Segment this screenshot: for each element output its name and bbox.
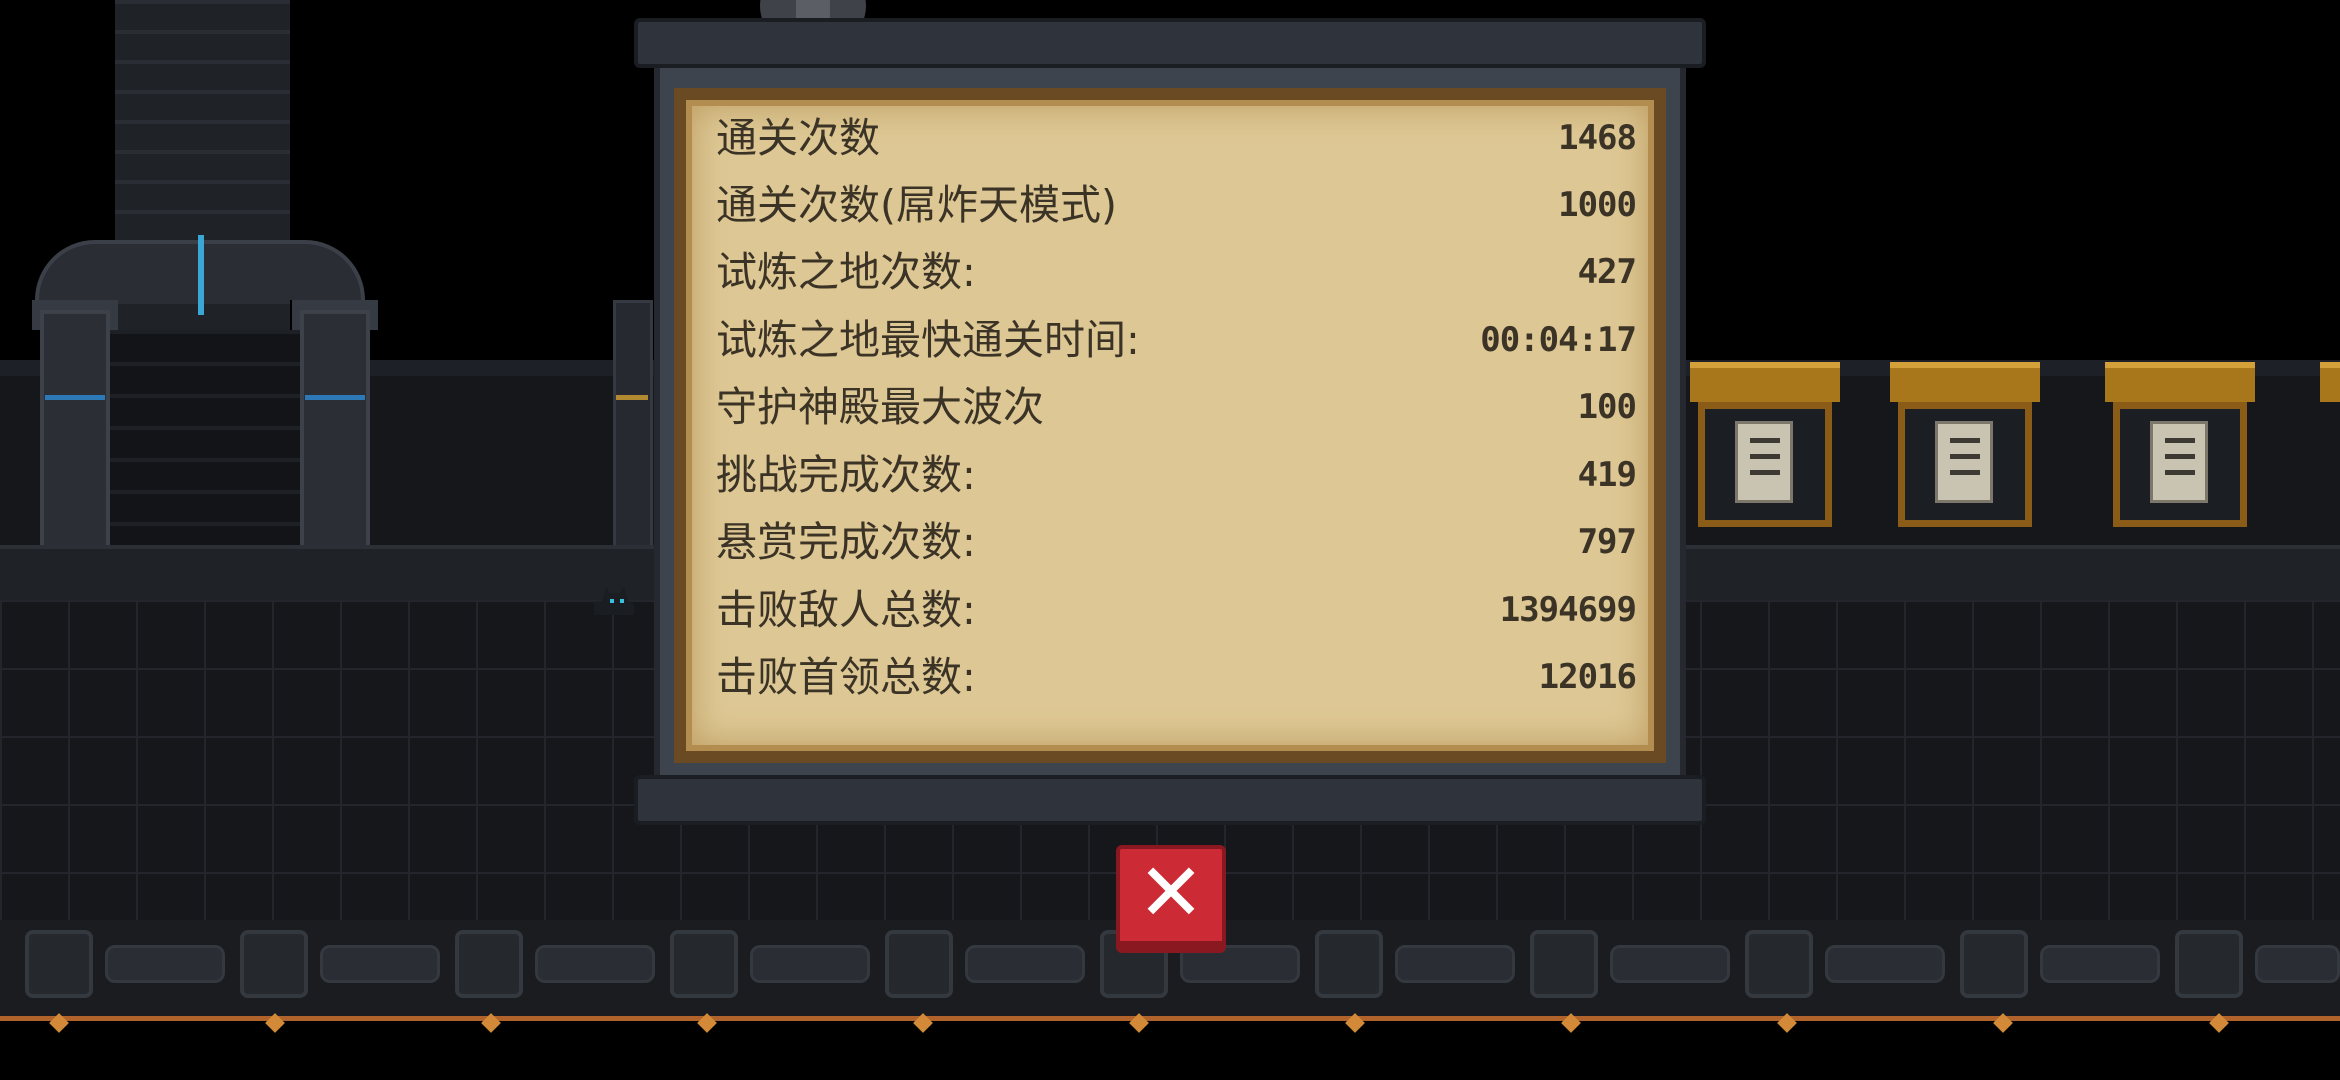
- stat-row: 挑战完成次数: 419: [716, 445, 1637, 505]
- stats-panel: 通关次数 1468 通关次数(屌炸天模式) 1000 试炼之地次数: 427 试…: [634, 18, 1706, 825]
- stat-value: 100: [1577, 387, 1637, 427]
- stat-value: 419: [1577, 455, 1637, 495]
- stat-value: 797: [1577, 522, 1637, 562]
- rail-slot: [1395, 945, 1515, 983]
- rail-slot: [535, 945, 655, 983]
- scroll-bottom-bar: [634, 775, 1706, 825]
- rail-slot: [750, 945, 870, 983]
- stat-row: 试炼之地次数: 427: [716, 242, 1637, 302]
- stat-value: 1468: [1558, 118, 1637, 158]
- stat-label: 试炼之地次数:: [716, 248, 976, 296]
- bounty-board-icon: [2320, 362, 2340, 527]
- rail-post: [1315, 930, 1383, 998]
- rail-slot: [2255, 945, 2340, 983]
- stat-value: 12016: [1538, 657, 1637, 697]
- rail-post: [885, 930, 953, 998]
- bounty-board-icon: [1890, 362, 2040, 527]
- rail-post: [240, 930, 308, 998]
- scroll-top-bar: [634, 18, 1706, 68]
- stat-row: 试炼之地最快通关时间: 00:04:17: [716, 310, 1637, 370]
- rail-post: [1745, 930, 1813, 998]
- bounty-board-icon: [2105, 362, 2255, 527]
- rail-slot: [1825, 945, 1945, 983]
- stat-value: 00:04:17: [1480, 320, 1637, 360]
- close-button[interactable]: ✕: [1116, 845, 1226, 953]
- stat-label: 悬赏完成次数:: [716, 518, 976, 566]
- close-icon: ✕: [1137, 846, 1205, 939]
- stat-label: 通关次数(屌炸天模式): [716, 181, 1117, 229]
- pillar-stripe-left: [45, 395, 105, 400]
- stat-row: 守护神殿最大波次 100: [716, 377, 1637, 437]
- rail-slot: [1610, 945, 1730, 983]
- stat-value: 1394699: [1499, 590, 1637, 630]
- rail-line: [0, 1016, 2340, 1021]
- rail-post: [455, 930, 523, 998]
- rail-post: [2175, 930, 2243, 998]
- rail-post: [1960, 930, 2028, 998]
- stat-label: 击败首领总数:: [716, 653, 976, 701]
- rail-post: [25, 930, 93, 998]
- stat-row: 悬赏完成次数: 797: [716, 512, 1637, 572]
- pillar-right: [300, 310, 370, 580]
- stat-label: 试炼之地最快通关时间:: [716, 316, 1140, 364]
- stat-row: 击败敌人总数: 1394699: [716, 580, 1637, 640]
- stat-label: 守护神殿最大波次: [716, 383, 1044, 431]
- stat-label: 击败敌人总数:: [716, 586, 976, 634]
- stat-value: 1000: [1558, 185, 1637, 225]
- stat-label: 通关次数: [716, 114, 880, 162]
- bottom-shadow: [0, 1030, 2340, 1080]
- pillar-left: [40, 310, 110, 580]
- stat-value: 427: [1577, 252, 1637, 292]
- rail-slot: [965, 945, 1085, 983]
- arch-light: [198, 235, 204, 315]
- pillar-stripe-right: [305, 395, 365, 400]
- bounty-board-icon: [1690, 362, 1840, 527]
- stat-row: 通关次数(屌炸天模式) 1000: [716, 175, 1637, 235]
- parchment: 通关次数 1468 通关次数(屌炸天模式) 1000 试炼之地次数: 427 试…: [674, 88, 1666, 763]
- rail-post: [1530, 930, 1598, 998]
- stat-row: 通关次数 1468: [716, 108, 1637, 168]
- stat-row: 击败首领总数: 12016: [716, 647, 1637, 707]
- stat-label: 挑战完成次数:: [716, 451, 976, 499]
- rail-slot: [2040, 945, 2160, 983]
- rail-slot: [320, 945, 440, 983]
- rail-slot: [105, 945, 225, 983]
- rail-post: [670, 930, 738, 998]
- arch-doorway: [110, 330, 300, 575]
